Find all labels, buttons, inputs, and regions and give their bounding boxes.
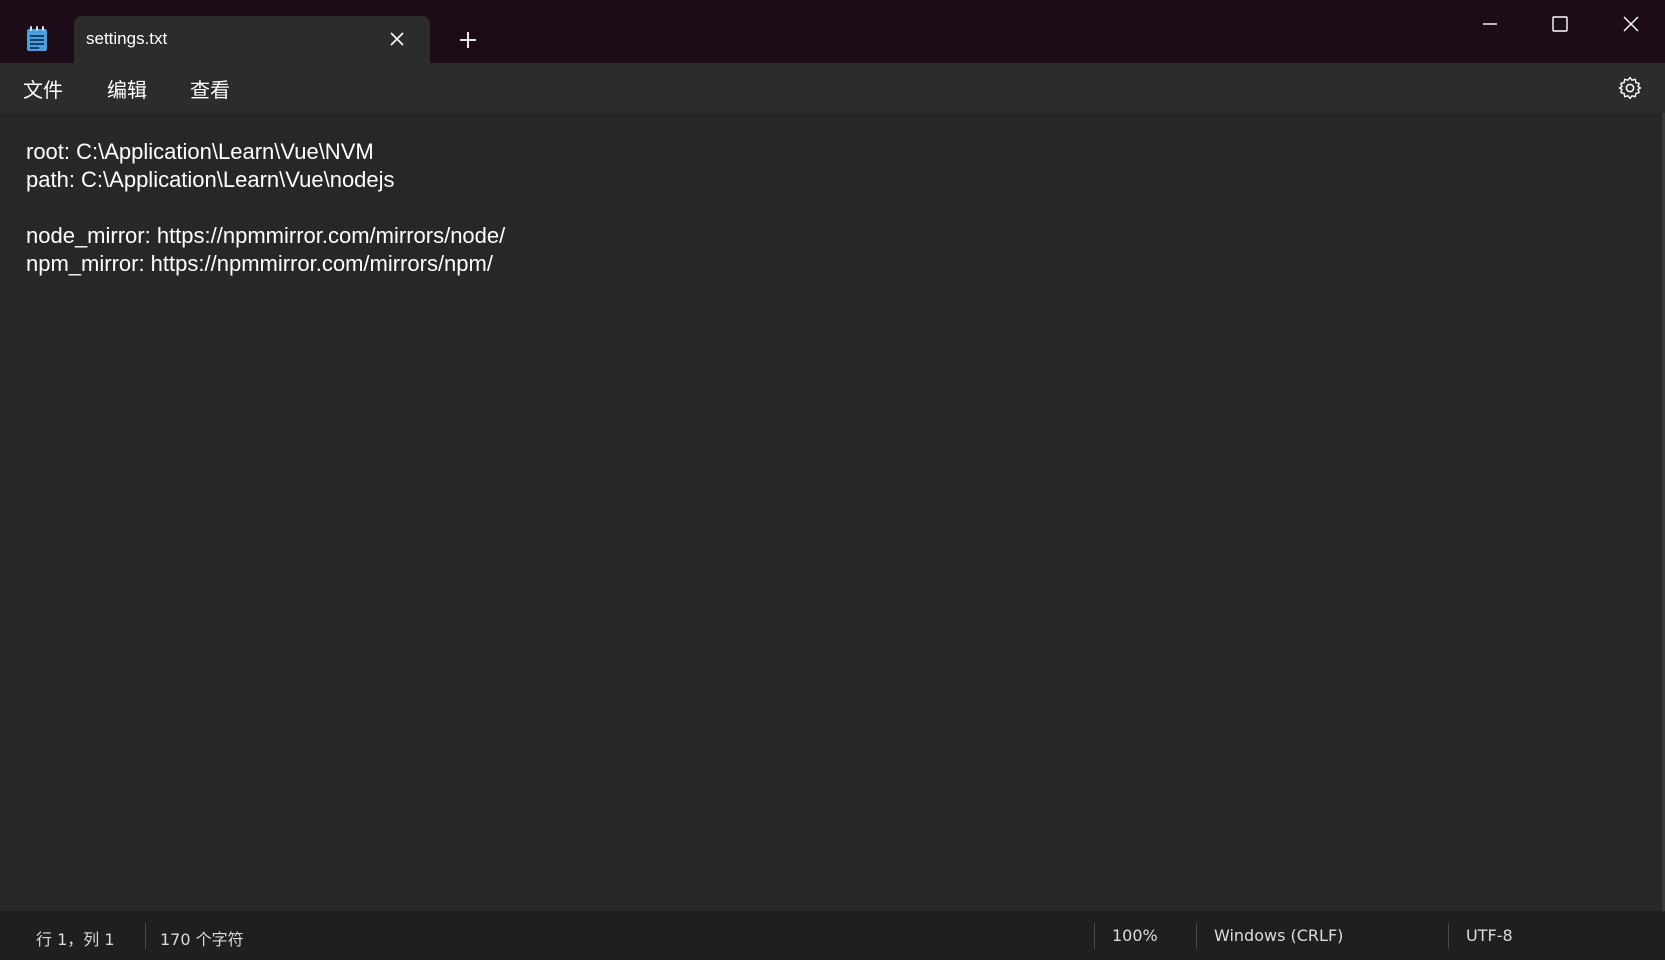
title-bar: settings.txt (0, 0, 1665, 63)
menu-file[interactable]: 文件 (23, 74, 63, 103)
window-close-icon[interactable] (1619, 12, 1643, 36)
tab-settings-txt[interactable]: settings.txt (74, 16, 430, 63)
line-ending[interactable]: Windows (CRLF) (1214, 926, 1343, 945)
gear-icon[interactable] (1617, 75, 1643, 101)
plus-icon[interactable] (454, 26, 482, 54)
cursor-position: 行 1，列 1 (36, 930, 115, 949)
maximize-icon[interactable] (1548, 12, 1572, 36)
menu-view[interactable]: 查看 (190, 74, 230, 103)
status-divider (1196, 923, 1197, 949)
status-divider (1448, 923, 1449, 949)
status-divider (145, 923, 146, 949)
tab-close-icon[interactable] (386, 28, 408, 50)
editor-line: npm_mirror: https://npmmirror.com/mirror… (26, 251, 493, 276)
minimize-icon[interactable] (1478, 12, 1502, 36)
editor-line: node_mirror: https://npmmirror.com/mirro… (26, 223, 506, 248)
menu-bar: 文件 编辑 查看 (0, 63, 1665, 113)
editor-line: path: C:\Application\Learn\Vue\nodejs (26, 167, 395, 192)
tab-title: settings.txt (86, 29, 168, 48)
notepad-window: settings.txt 文件 编辑 查看 root: C:\Applicati… (0, 0, 1665, 960)
status-bar: 行 1，列 1 170 个字符 100% Windows (CRLF) UTF-… (0, 911, 1665, 960)
zoom-level[interactable]: 100% (1112, 926, 1158, 945)
menu-edit[interactable]: 编辑 (107, 74, 147, 103)
text-editor[interactable]: root: C:\Application\Learn\Vue\NVM path:… (0, 113, 1665, 911)
encoding[interactable]: UTF-8 (1466, 926, 1513, 945)
status-divider (1094, 923, 1095, 949)
notepad-icon (27, 26, 47, 51)
character-count: 170 个字符 (160, 930, 244, 949)
editor-line: root: C:\Application\Learn\Vue\NVM (26, 139, 374, 164)
